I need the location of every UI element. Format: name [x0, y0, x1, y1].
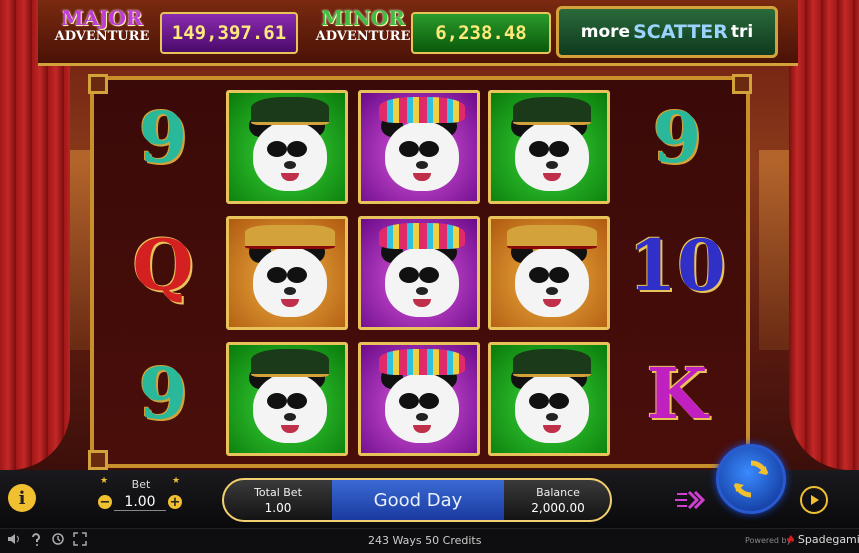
symbol-10: 10	[628, 224, 726, 307]
symbol-panda-orange	[226, 216, 348, 330]
opera-crown-icon	[507, 225, 597, 249]
message-display: Good Day	[332, 480, 504, 520]
official-hat-icon	[251, 349, 329, 377]
symbol-panda-green	[226, 90, 348, 204]
help-icon[interactable]	[28, 532, 44, 550]
symbol-panda-purple	[358, 90, 480, 204]
major-label-bottom: ADVENTURE	[54, 29, 150, 44]
play-icon	[811, 495, 819, 505]
reel-area: 9 Q 9 9 10 K	[88, 74, 752, 470]
minor-jackpot-label: MINOR ADVENTURE	[315, 8, 411, 43]
ways-credits-text: 243 Ways 50 Credits	[368, 534, 482, 547]
sound-icon[interactable]	[6, 532, 22, 550]
turbo-icon[interactable]	[674, 486, 706, 514]
curtain-right	[789, 0, 859, 470]
major-jackpot-label: MAJOR ADVENTURE	[48, 8, 156, 43]
total-bet-panel: Total Bet 1.00	[224, 480, 332, 520]
official-hat-icon	[513, 97, 591, 125]
total-bet-label: Total Bet	[254, 485, 302, 499]
bet-increase-button[interactable]: +	[168, 495, 182, 509]
flower-headdress-icon	[379, 223, 465, 249]
frame-ornament	[88, 450, 108, 470]
balance-value: 2,000.00	[531, 500, 585, 515]
symbol-9: 9	[138, 96, 188, 179]
status-pill: Total Bet 1.00 Good Day Balance 2,000.00	[222, 478, 612, 522]
fullscreen-icon[interactable]	[72, 532, 88, 550]
symbol-panda-green	[226, 342, 348, 456]
marquee-text-pre: more	[580, 22, 631, 42]
info-marquee: more SCATTER tri	[556, 6, 778, 58]
major-jackpot-value: 149,397.61	[160, 12, 298, 54]
balance-panel: Balance 2,000.00	[504, 480, 610, 520]
spin-arrows-icon	[733, 460, 769, 498]
balance-label: Balance	[536, 485, 580, 499]
total-bet-value: 1.00	[264, 500, 292, 515]
bet-decrease-button[interactable]: −	[98, 495, 112, 509]
info-button[interactable]: i	[8, 484, 36, 512]
brand-name: Spadegaming	[797, 533, 859, 546]
brand-logo: ♠Spadegaming	[786, 533, 859, 546]
symbol-panda-green	[488, 90, 610, 204]
bet-value: 1.00	[114, 494, 166, 511]
flower-headdress-icon	[379, 349, 465, 375]
marquee-scatter: SCATTER	[633, 21, 728, 43]
jackpot-header: MAJOR ADVENTURE 149,397.61 MINOR ADVENTU…	[38, 0, 798, 66]
autoplay-button[interactable]	[800, 486, 828, 514]
major-label-top: MAJOR	[61, 6, 143, 30]
frame-ornament	[732, 74, 752, 94]
star-icon: ★	[100, 476, 109, 486]
flower-headdress-icon	[379, 97, 465, 123]
official-hat-icon	[513, 349, 591, 377]
symbol-panda-purple	[358, 342, 480, 456]
official-hat-icon	[251, 97, 329, 125]
history-icon[interactable]	[50, 532, 66, 550]
minor-label-top: MINOR	[321, 6, 405, 30]
star-icon: ★	[172, 476, 181, 486]
symbol-q: Q	[132, 224, 194, 307]
spin-button[interactable]	[716, 444, 786, 514]
minor-jackpot-value: 6,238.48	[411, 12, 551, 54]
symbol-panda-green	[488, 342, 610, 456]
symbol-9: 9	[138, 352, 188, 435]
symbol-panda-purple	[358, 216, 480, 330]
spade-icon: ♠	[786, 533, 796, 546]
symbol-k: K	[646, 352, 708, 435]
symbol-panda-orange	[488, 216, 610, 330]
marquee-text-post: tri	[730, 22, 754, 42]
curtain-left	[0, 0, 70, 470]
frame-ornament	[88, 74, 108, 94]
minor-label-bottom: ADVENTURE	[315, 29, 411, 44]
bet-label: Bet	[131, 478, 151, 491]
opera-crown-icon	[245, 225, 335, 249]
powered-by-text: Powered by	[745, 536, 792, 545]
symbol-9: 9	[652, 96, 702, 179]
